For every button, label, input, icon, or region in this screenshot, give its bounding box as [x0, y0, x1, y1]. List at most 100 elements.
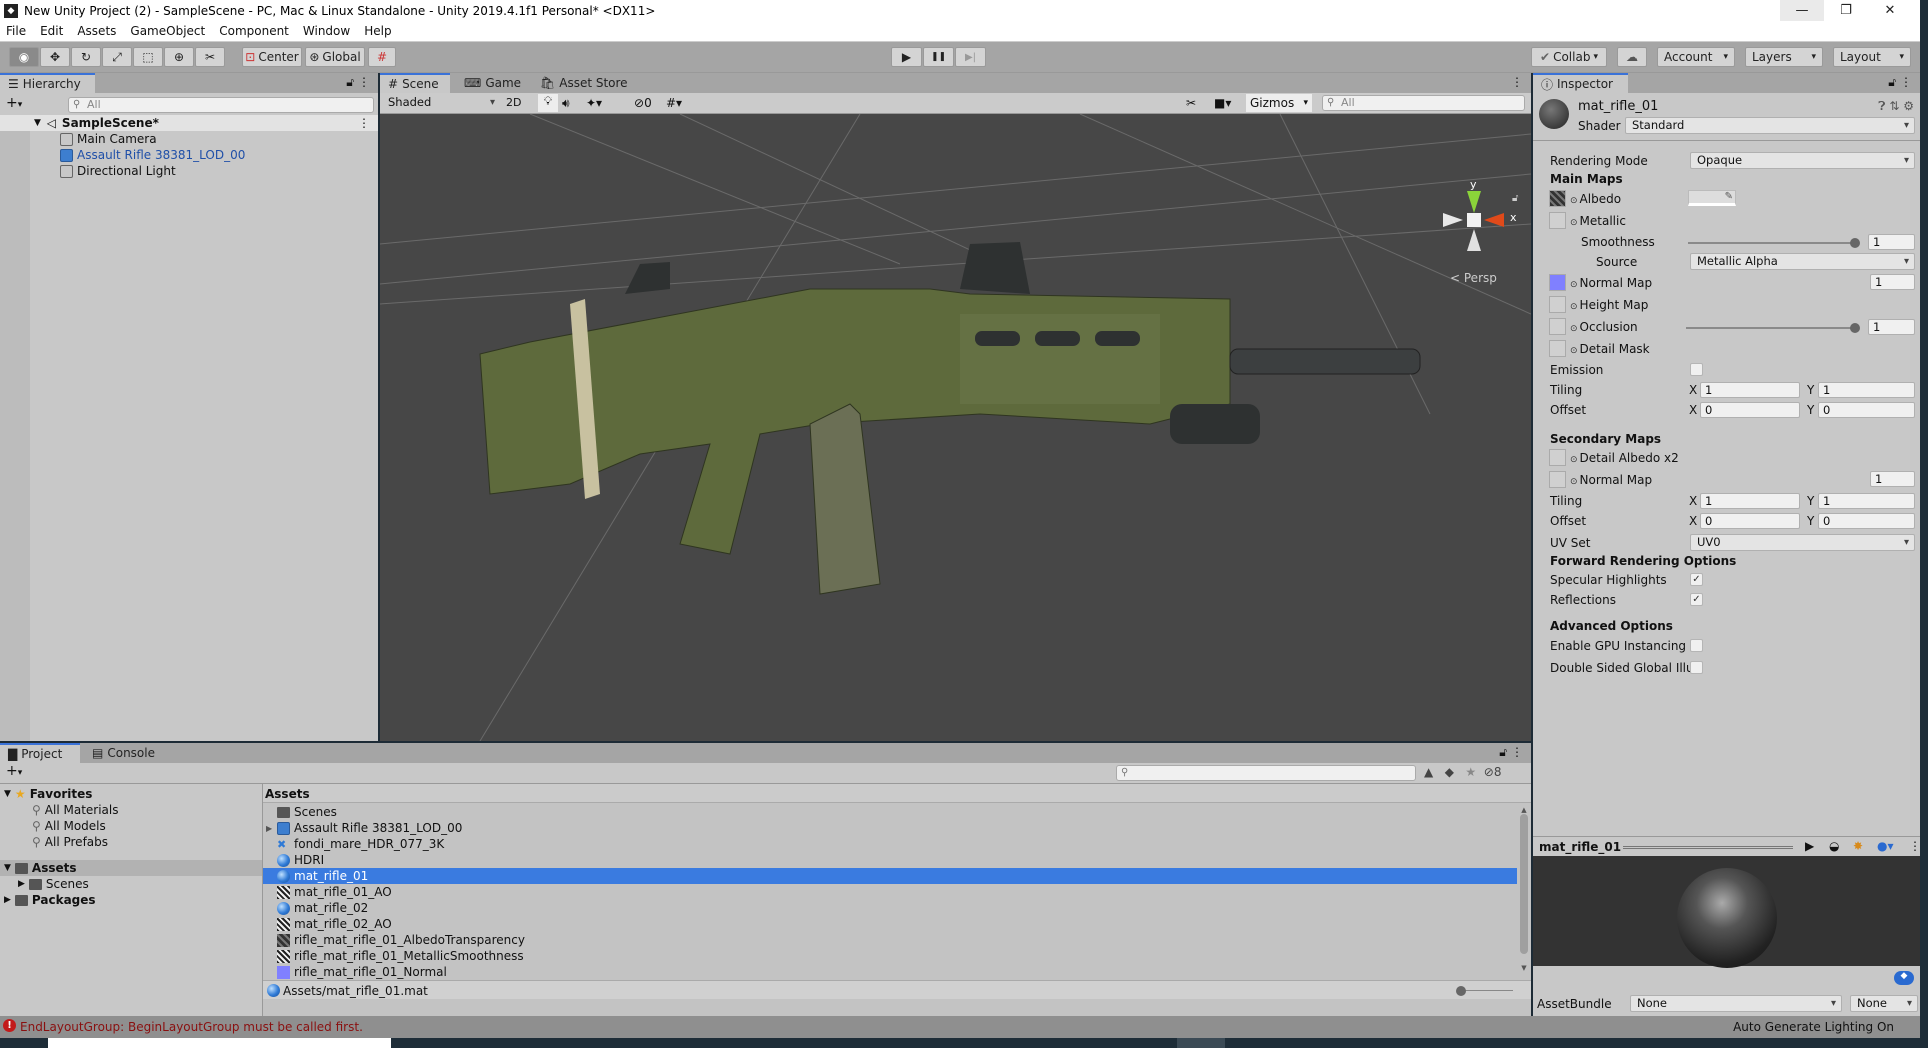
audio-toggle[interactable]: 🔊︎	[562, 96, 570, 111]
secondary-offset-y-input[interactable]: 0	[1818, 513, 1915, 529]
lock-icon[interactable]: 🔓︎	[1512, 193, 1518, 204]
preview-light-icon[interactable]: ✸	[1853, 839, 1863, 853]
close-button[interactable]: ✕	[1868, 0, 1912, 21]
preview-mesh-dropdown[interactable]: ●▾	[1877, 839, 1894, 853]
space-global-button[interactable]: ⊛ Global	[305, 47, 365, 67]
help-icon[interactable]: ❓︎	[1878, 99, 1885, 113]
expand-arrow-icon[interactable]: ▶	[18, 879, 25, 889]
height-map-texture-slot[interactable]	[1549, 296, 1566, 313]
play-button[interactable]: ▶	[891, 47, 922, 67]
favorite-item[interactable]: ⚲ All Materials	[32, 802, 119, 818]
secondary-normal-scale-input[interactable]: 1	[1870, 471, 1915, 487]
console-error-message[interactable]: EndLayoutGroup: BeginLayoutGroup must be…	[20, 1020, 363, 1034]
tab-game[interactable]: ⌨ Game	[456, 73, 529, 93]
preview-header[interactable]: mat_rifle_01 ▶ ◒ ✸ ●▾ ⋮	[1533, 836, 1921, 856]
gpu-instancing-checkbox[interactable]	[1690, 639, 1703, 652]
file-list-item[interactable]: mat_rifle_01_AO	[263, 884, 1517, 900]
double-sided-gi-checkbox[interactable]	[1690, 661, 1703, 674]
material-preview[interactable]	[1533, 856, 1920, 968]
eyedropper-icon[interactable]: ✎	[1725, 191, 1733, 202]
transform-tool-button[interactable]: ⊕	[164, 47, 194, 67]
file-list-item[interactable]: mat_rifle_02	[263, 900, 1517, 916]
tab-project[interactable]: ▇ Project	[0, 743, 80, 763]
gizmo-center-cube[interactable]	[1467, 213, 1481, 227]
effects-toggle[interactable]: ✦▾	[586, 96, 602, 110]
metallic-label[interactable]: ⊙ Metallic	[1570, 214, 1626, 228]
source-dropdown[interactable]: Metallic Alpha	[1690, 253, 1915, 270]
gizmo-y-axis[interactable]	[1467, 191, 1481, 213]
favorites-node[interactable]: ▼ ★ Favorites	[4, 786, 92, 802]
detail-albedo-texture-slot[interactable]	[1549, 449, 1566, 466]
rendering-mode-dropdown[interactable]: Opaque	[1690, 152, 1915, 169]
icon-size-slider-track[interactable]	[1461, 990, 1513, 991]
gizmo-neg-x-axis[interactable]	[1443, 213, 1463, 227]
lighting-toggle[interactable]: 💡︎	[538, 94, 558, 112]
file-list-scrollbar[interactable]: ▲ ▼	[1519, 806, 1529, 978]
lock-icon[interactable]: 🔓︎	[1499, 745, 1507, 760]
offset-x-input[interactable]: 0	[1700, 402, 1800, 418]
tab-console[interactable]: ▤ Console	[84, 743, 163, 763]
normal-map-scale-input[interactable]: 1	[1870, 274, 1915, 290]
smoothness-input[interactable]: 1	[1868, 234, 1915, 250]
secondary-offset-x-input[interactable]: 0	[1700, 513, 1800, 529]
create-button[interactable]: +▾	[6, 95, 22, 111]
create-button[interactable]: +▾	[6, 763, 22, 779]
gizmos-dropdown[interactable]: Gizmos ▾	[1246, 94, 1312, 112]
camera-settings-button[interactable]: ■▾	[1214, 96, 1231, 110]
tools-settings-button[interactable]: ✂	[1186, 96, 1196, 110]
step-button[interactable]: ▶|	[955, 47, 986, 67]
secondary-tiling-y-input[interactable]: 1	[1818, 493, 1915, 509]
file-list-item[interactable]: ✖ fondi_mare_HDR_077_3K	[263, 836, 1517, 852]
auto-lighting-status[interactable]: Auto Generate Lighting On	[1733, 1020, 1894, 1034]
specular-highlights-checkbox[interactable]: ✓	[1690, 573, 1703, 586]
layers-dropdown[interactable]: Layers ▾	[1745, 47, 1823, 67]
preview-shape-icon[interactable]: ◒	[1829, 839, 1839, 853]
scene-row[interactable]: ▼ ◁ SampleScene* ⋮	[0, 115, 378, 131]
scroll-up-icon[interactable]: ▲	[1519, 806, 1529, 814]
gear-icon[interactable]: ⚙	[1903, 99, 1914, 113]
hierarchy-item[interactable]: Main Camera	[60, 131, 157, 147]
preview-play-icon[interactable]: ▶	[1805, 839, 1814, 853]
tab-asset-store[interactable]: 🛍︎ Asset Store	[532, 73, 636, 93]
scrollbar-thumb[interactable]	[1520, 814, 1528, 954]
detail-mask-texture-slot[interactable]	[1549, 340, 1566, 357]
gizmo-neg-y-axis[interactable]	[1467, 229, 1481, 251]
projection-toggle[interactable]: < Persp	[1450, 271, 1497, 285]
lock-icon[interactable]: 🔓︎	[346, 75, 354, 90]
scroll-down-icon[interactable]: ▼	[1519, 964, 1529, 972]
tab-inspector[interactable]: ⓘ Inspector	[1533, 73, 1628, 93]
filter-by-label-icon[interactable]: ◆	[1445, 765, 1454, 779]
file-list-item[interactable]: rifle_mat_rifle_01_Normal	[263, 964, 1517, 980]
preview-drag-handle[interactable]	[1623, 846, 1793, 849]
occlusion-slider-track[interactable]	[1686, 327, 1858, 329]
assetbundle-dropdown[interactable]: None	[1630, 995, 1842, 1012]
restore-button[interactable]: ❐	[1824, 0, 1868, 21]
custom-tool-button[interactable]: ✂	[195, 47, 225, 67]
scene-options-icon[interactable]: ⋮	[358, 116, 370, 130]
uv-set-dropdown[interactable]: UV0	[1690, 534, 1915, 551]
tiling-x-input[interactable]: 1	[1700, 382, 1800, 398]
breadcrumb[interactable]: Assets	[265, 787, 310, 801]
rotate-tool-button[interactable]: ↻	[71, 47, 101, 67]
normal-map-texture-slot[interactable]	[1549, 274, 1566, 291]
occlusion-input[interactable]: 1	[1868, 319, 1915, 335]
file-list-item[interactable]: mat_rifle_01	[263, 868, 1517, 884]
assets-node[interactable]: ▼ Assets	[0, 860, 262, 876]
secondary-normal-label[interactable]: ⊙ Normal Map	[1570, 473, 1652, 487]
favorite-item[interactable]: ⚲ All Models	[32, 818, 106, 834]
reflections-checkbox[interactable]: ✓	[1690, 593, 1703, 606]
expand-arrow-icon[interactable]: ▶	[266, 824, 272, 833]
layout-dropdown[interactable]: Layout ▾	[1833, 47, 1911, 67]
2d-toggle[interactable]: 2D	[506, 96, 521, 109]
taskbar-app-button[interactable]	[1177, 1038, 1225, 1048]
hierarchy-item[interactable]: Directional Light	[60, 163, 176, 179]
more-options-icon[interactable]: ⋮	[1511, 745, 1523, 759]
draw-mode-dropdown[interactable]: Shaded	[382, 95, 500, 112]
offset-y-input[interactable]: 0	[1818, 402, 1915, 418]
occlusion-label[interactable]: ⊙ Occlusion	[1570, 320, 1638, 334]
favorite-item[interactable]: ⚲ All Prefabs	[32, 834, 108, 850]
assault-rifle-model[interactable]	[479, 242, 1421, 595]
lock-icon[interactable]: 🔓︎	[1888, 75, 1896, 90]
height-map-label[interactable]: ⊙ Height Map	[1570, 298, 1648, 312]
detail-albedo-label[interactable]: ⊙ Detail Albedo x2	[1570, 451, 1679, 465]
